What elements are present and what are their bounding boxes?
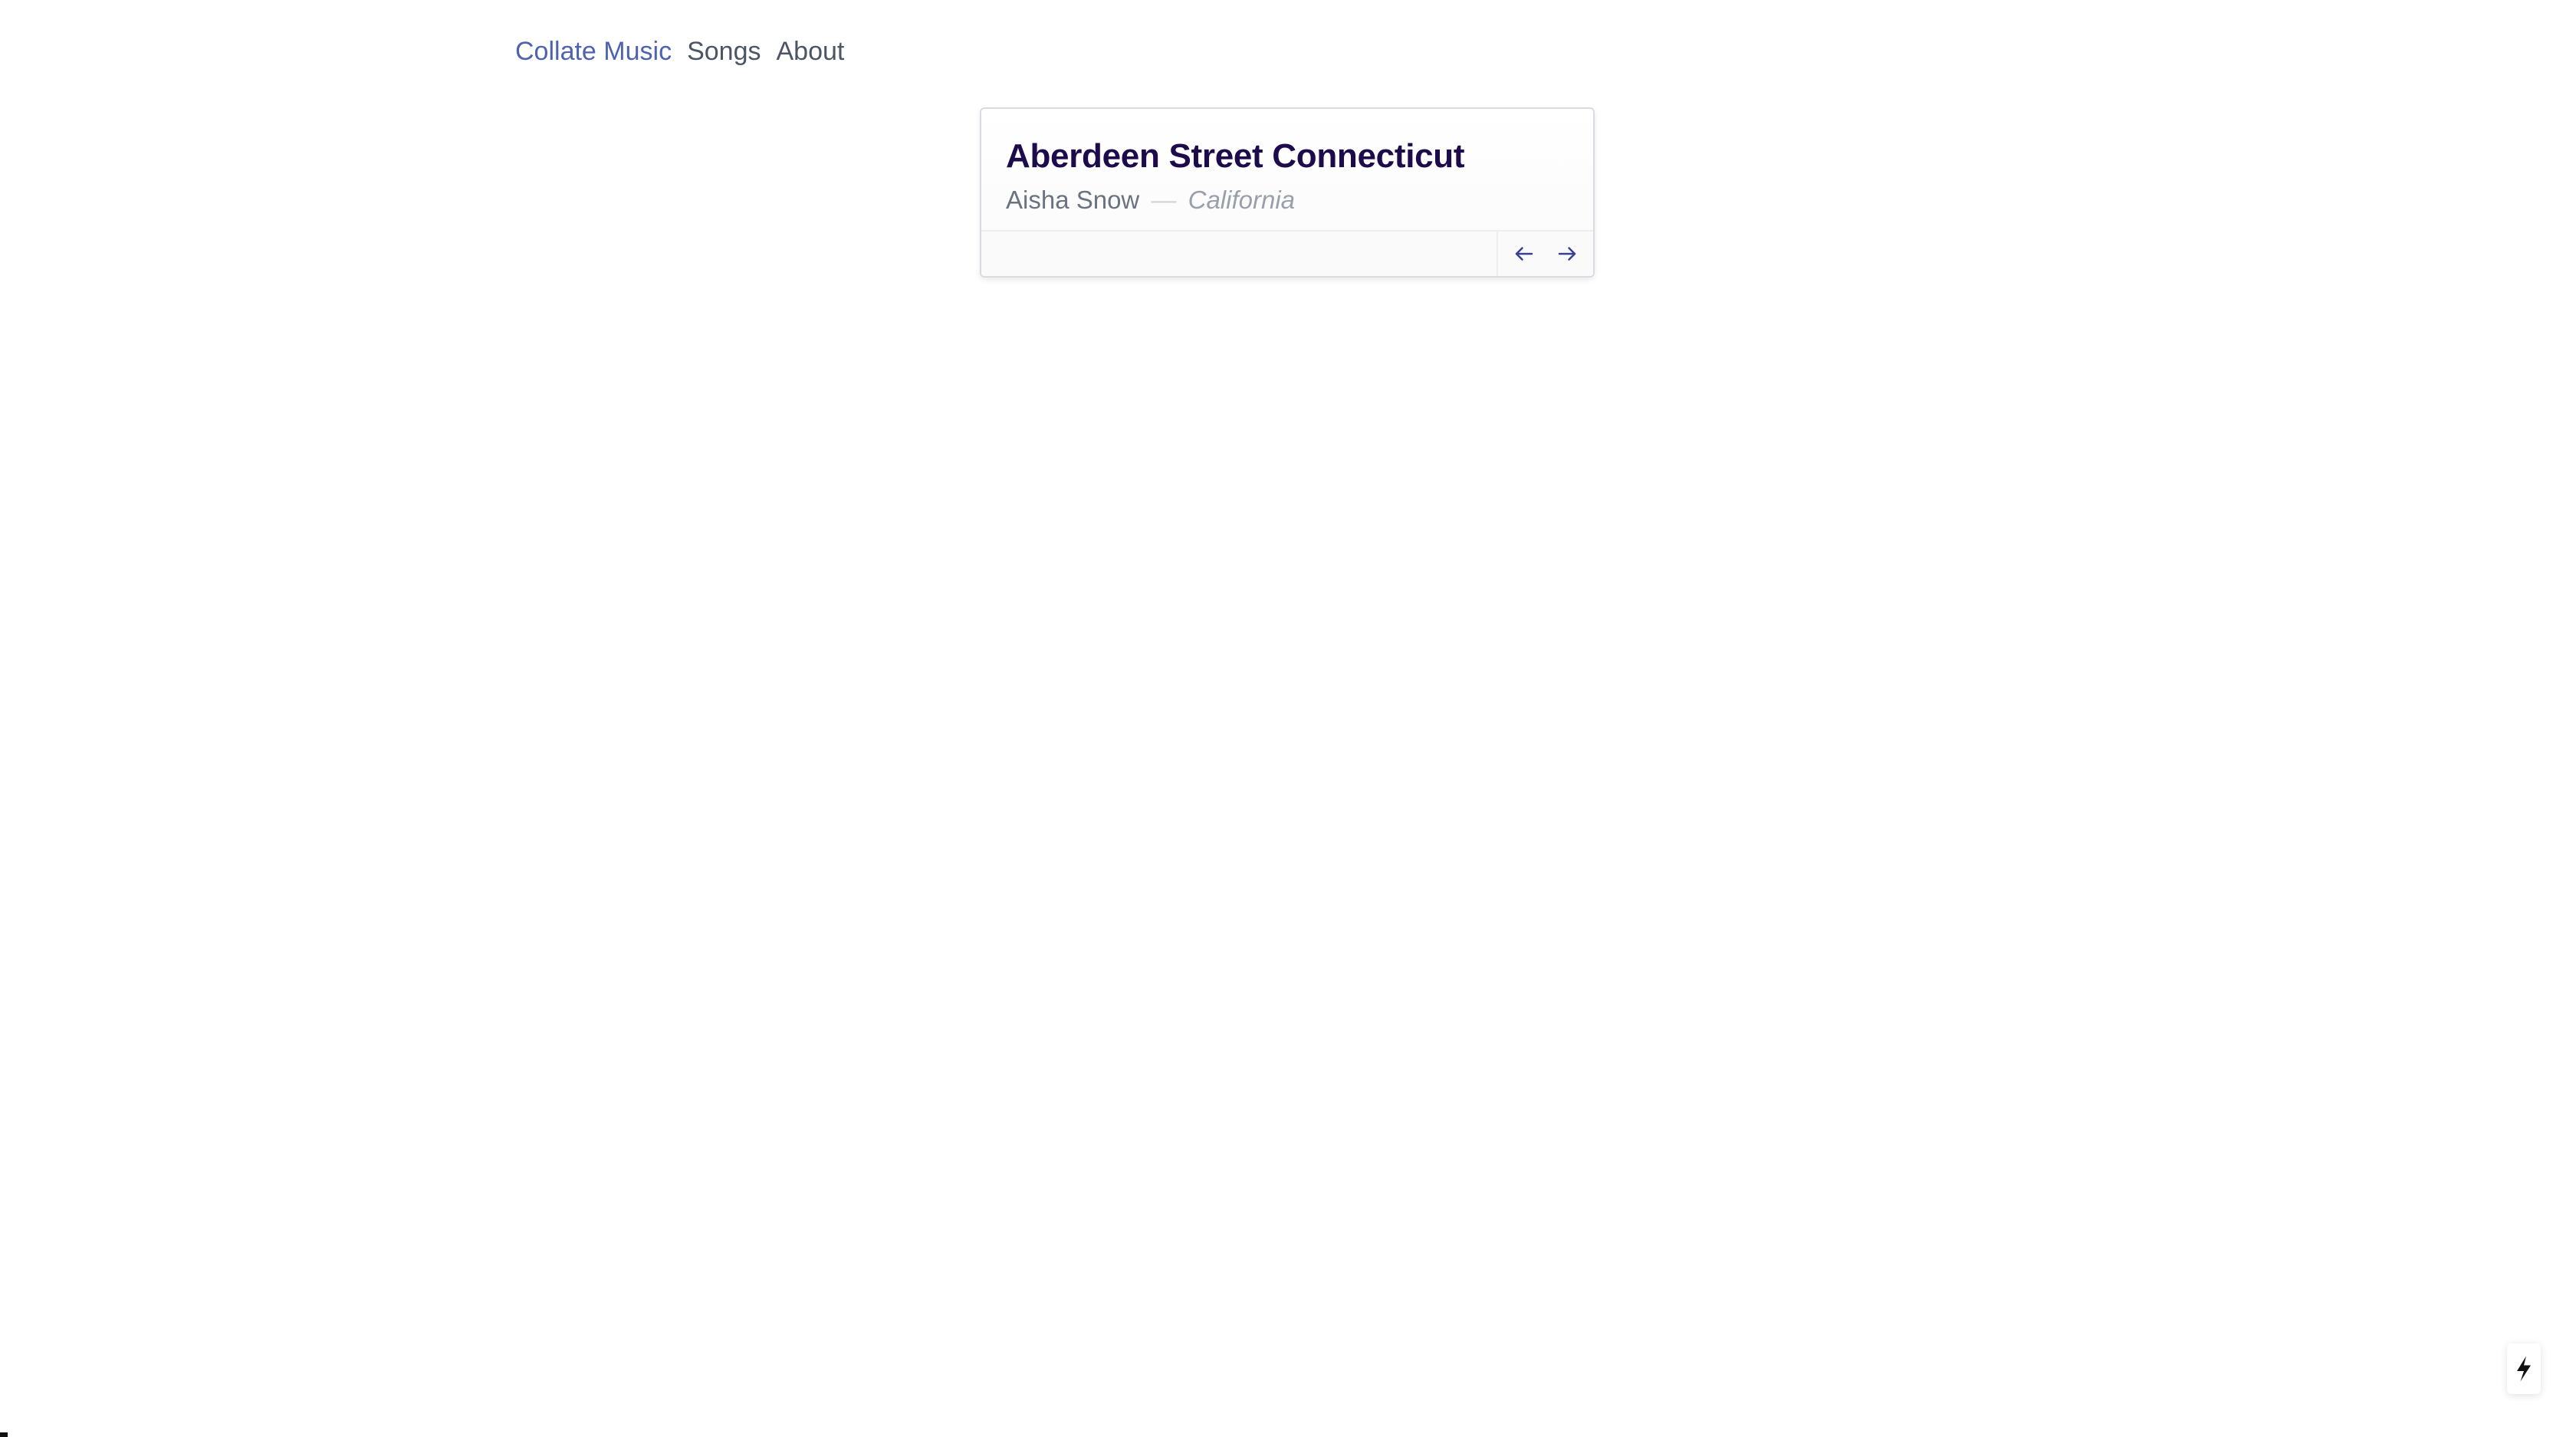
lightning-bolt-icon [2517, 1356, 2531, 1382]
arrow-right-icon [1558, 247, 1576, 261]
song-title: Aberdeen Street Connecticut [1006, 137, 1465, 175]
next-button[interactable] [1547, 234, 1587, 274]
song-meta: Aisha Snow — California [1006, 185, 1569, 215]
screen-corner [0, 1432, 8, 1437]
artist-name: Aisha Snow [1006, 185, 1140, 214]
top-nav: Collate Music Songs About [515, 37, 844, 67]
pager [1497, 232, 1593, 276]
arrow-left-icon [1515, 247, 1533, 261]
song-card: Aberdeen Street Connecticut Aisha Snow —… [980, 107, 1595, 278]
devtools-button[interactable] [2507, 1343, 2541, 1394]
song-card-footer [981, 230, 1593, 276]
nav-link-about[interactable]: About [776, 37, 844, 67]
brand-link[interactable]: Collate Music [515, 37, 672, 67]
nav-link-songs[interactable]: Songs [687, 37, 761, 67]
album-name: California [1188, 185, 1296, 214]
song-card-body: Aberdeen Street Connecticut Aisha Snow —… [1006, 136, 1569, 215]
previous-button[interactable] [1504, 234, 1544, 274]
meta-separator: — [1151, 185, 1177, 214]
